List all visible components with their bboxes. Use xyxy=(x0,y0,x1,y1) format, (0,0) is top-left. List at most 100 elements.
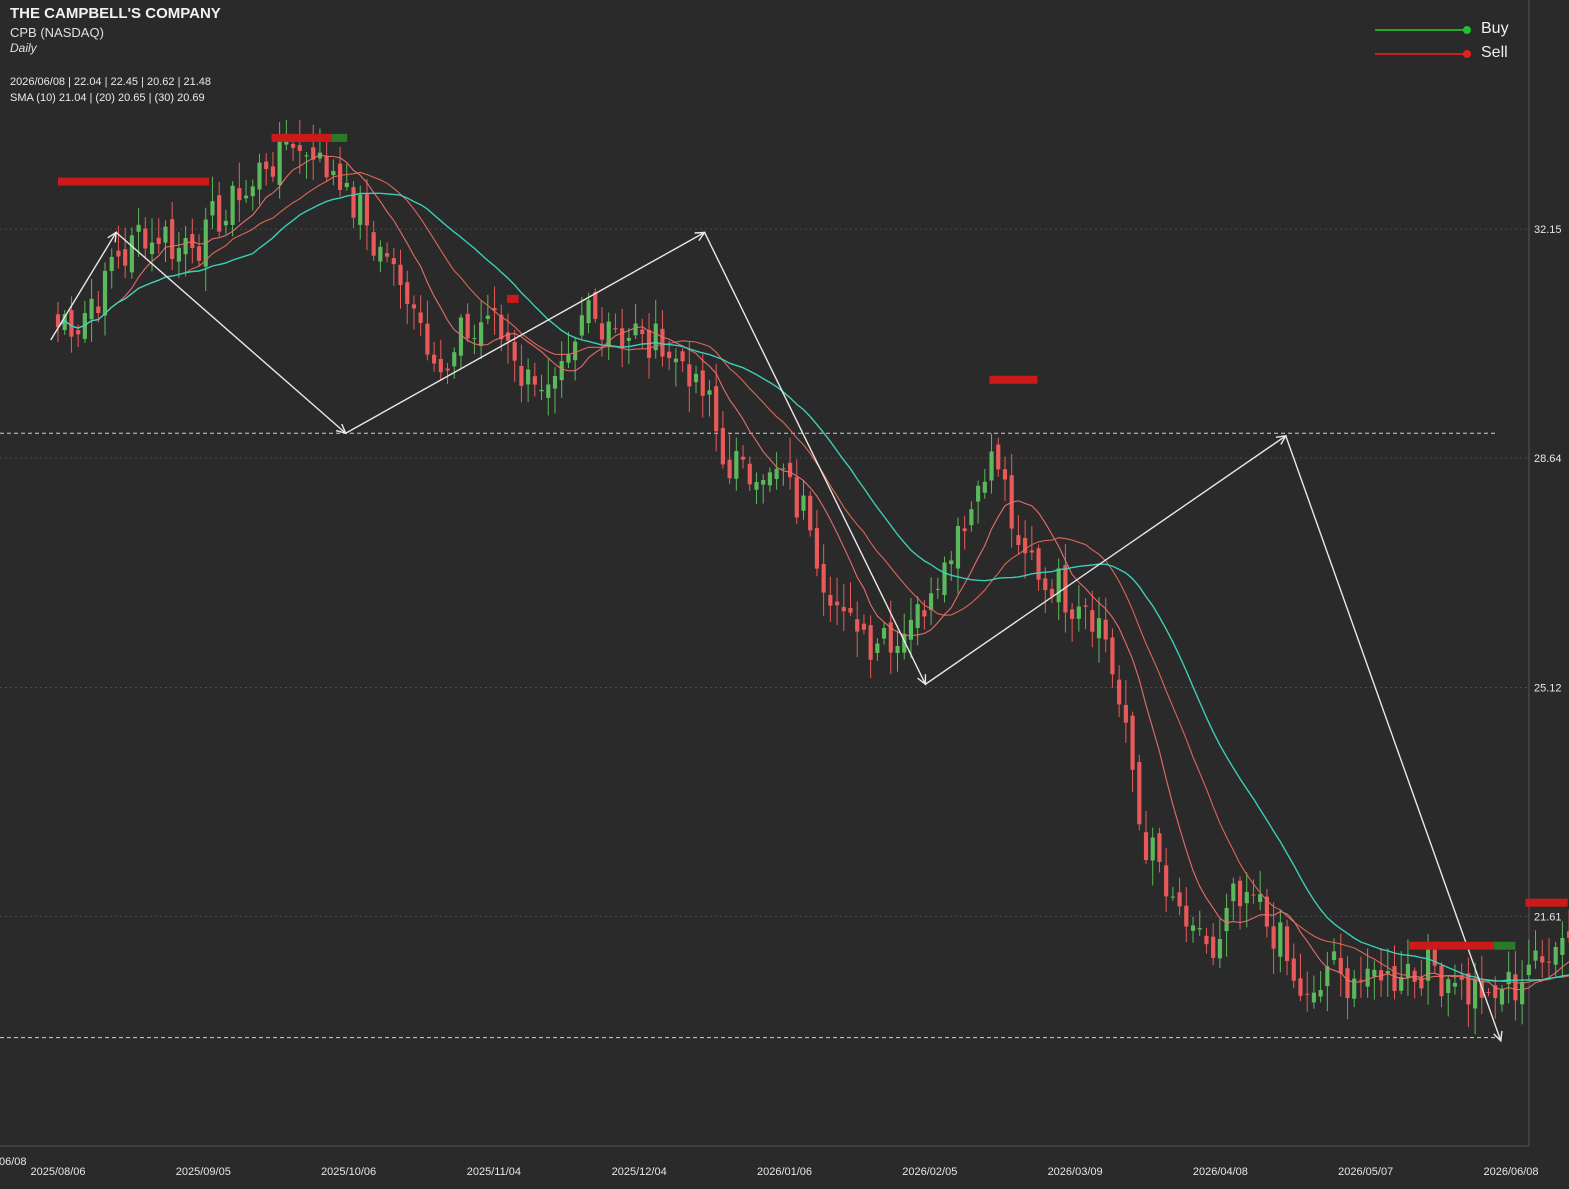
candle-body xyxy=(1311,992,1316,1003)
candle-body xyxy=(626,337,631,341)
candle-body xyxy=(908,619,914,640)
sell-signal-bar xyxy=(58,177,210,186)
x-tick-label: 2026/04/08 xyxy=(1193,1166,1248,1178)
chart-title: THE CAMPBELL'S COMPANY xyxy=(10,5,221,22)
candle-body xyxy=(1331,951,1337,961)
candle-body xyxy=(76,330,81,335)
candle-body xyxy=(1473,979,1478,1009)
candle-body xyxy=(1325,966,1330,987)
x-tick-label: 2026/03/09 xyxy=(1048,1166,1103,1178)
candle-body xyxy=(1305,993,1310,995)
candle-body xyxy=(552,375,558,389)
x-tick-label: 2025/09/05 xyxy=(176,1166,231,1178)
zigzag-arrowhead xyxy=(107,231,117,243)
candle-body xyxy=(667,351,672,359)
candle-body xyxy=(1170,896,1175,898)
candle-body xyxy=(539,389,544,392)
x-tick-label: 2025/08/06 xyxy=(30,1166,85,1178)
candle-body xyxy=(270,166,275,177)
candle-body xyxy=(96,306,101,314)
candle-body xyxy=(740,456,746,460)
sma-readout: SMA (10) 21.04 | (20) 20.65 | (30) 20.69 xyxy=(10,92,205,104)
candle-body xyxy=(707,390,712,395)
candle-body xyxy=(129,235,134,273)
x-tick-label: 2025/12/04 xyxy=(612,1166,667,1178)
candle-body xyxy=(250,186,255,197)
candle-body xyxy=(962,528,967,532)
candle-body xyxy=(163,226,168,243)
candle-body xyxy=(364,194,370,226)
sell-signal-bar xyxy=(506,294,519,303)
candle-body xyxy=(116,250,121,257)
candle-body xyxy=(559,361,564,381)
candle-body xyxy=(183,238,188,255)
candle-body xyxy=(1143,832,1149,861)
y-tick-label: 32.15 xyxy=(1534,224,1562,236)
candle-body xyxy=(761,480,766,485)
candle-body xyxy=(922,610,927,617)
x-tick-label: 2026/05/07 xyxy=(1338,1166,1393,1178)
candle-body xyxy=(969,509,974,526)
candle-body xyxy=(1211,936,1216,958)
candle-body xyxy=(1358,979,1364,981)
candle-body xyxy=(102,270,108,316)
candle-body xyxy=(673,358,678,363)
candle-body xyxy=(445,368,450,371)
candle-body xyxy=(485,315,490,320)
sell-signal-bar xyxy=(1409,941,1495,950)
candle-body xyxy=(1110,637,1115,675)
x-tick-label: 2026/01/06 xyxy=(757,1166,812,1178)
y-tick-label: 25.12 xyxy=(1534,683,1562,695)
candle-body xyxy=(620,328,625,349)
candle-body xyxy=(1083,605,1088,607)
candle-body xyxy=(1204,935,1209,945)
candle-body xyxy=(156,237,161,244)
candle-body xyxy=(1284,926,1290,962)
sma-30-line xyxy=(57,192,1569,982)
candle-body xyxy=(747,463,752,485)
candle-body xyxy=(1190,925,1196,931)
candle-body xyxy=(411,304,417,309)
candle-body xyxy=(1546,961,1552,963)
candle-body xyxy=(546,384,551,398)
candle-body xyxy=(237,188,242,201)
legend-sell-dot xyxy=(1463,50,1471,58)
candle-body xyxy=(949,560,954,565)
candle-body xyxy=(479,322,484,346)
candle-body xyxy=(512,341,517,361)
candle-body xyxy=(774,468,779,479)
candle-body xyxy=(149,242,155,255)
candle-body xyxy=(1029,550,1034,553)
candle-body xyxy=(1177,892,1182,907)
candle-body xyxy=(1070,609,1075,619)
candle-body xyxy=(465,313,470,339)
candle-body xyxy=(1446,979,1451,994)
candle-body xyxy=(1291,958,1296,981)
candle-body xyxy=(243,195,249,199)
candle-body xyxy=(593,292,598,319)
candle-body xyxy=(834,601,840,606)
candle-body xyxy=(1318,989,1323,997)
candle-body xyxy=(1103,619,1108,640)
candle-body xyxy=(391,258,396,265)
candle-body xyxy=(1345,968,1350,999)
interval-label: Daily xyxy=(10,41,37,55)
candle-body xyxy=(1452,982,1458,987)
sma-10-line xyxy=(57,154,1569,991)
candle-body xyxy=(1513,974,1518,1001)
candle-body xyxy=(217,195,222,232)
candle-body xyxy=(1231,883,1236,902)
candle-body xyxy=(680,351,685,362)
candle-body xyxy=(519,365,524,386)
candle-body xyxy=(875,643,880,653)
candle-body xyxy=(727,459,732,479)
candle-body xyxy=(814,528,820,569)
candle-body xyxy=(324,155,329,178)
candle-body xyxy=(1224,907,1229,932)
candle-body xyxy=(344,182,349,188)
candle-body xyxy=(1432,949,1437,966)
candle-body xyxy=(660,328,665,357)
candle-body xyxy=(123,249,128,266)
candle-body xyxy=(337,163,343,190)
candle-body xyxy=(1217,939,1222,959)
